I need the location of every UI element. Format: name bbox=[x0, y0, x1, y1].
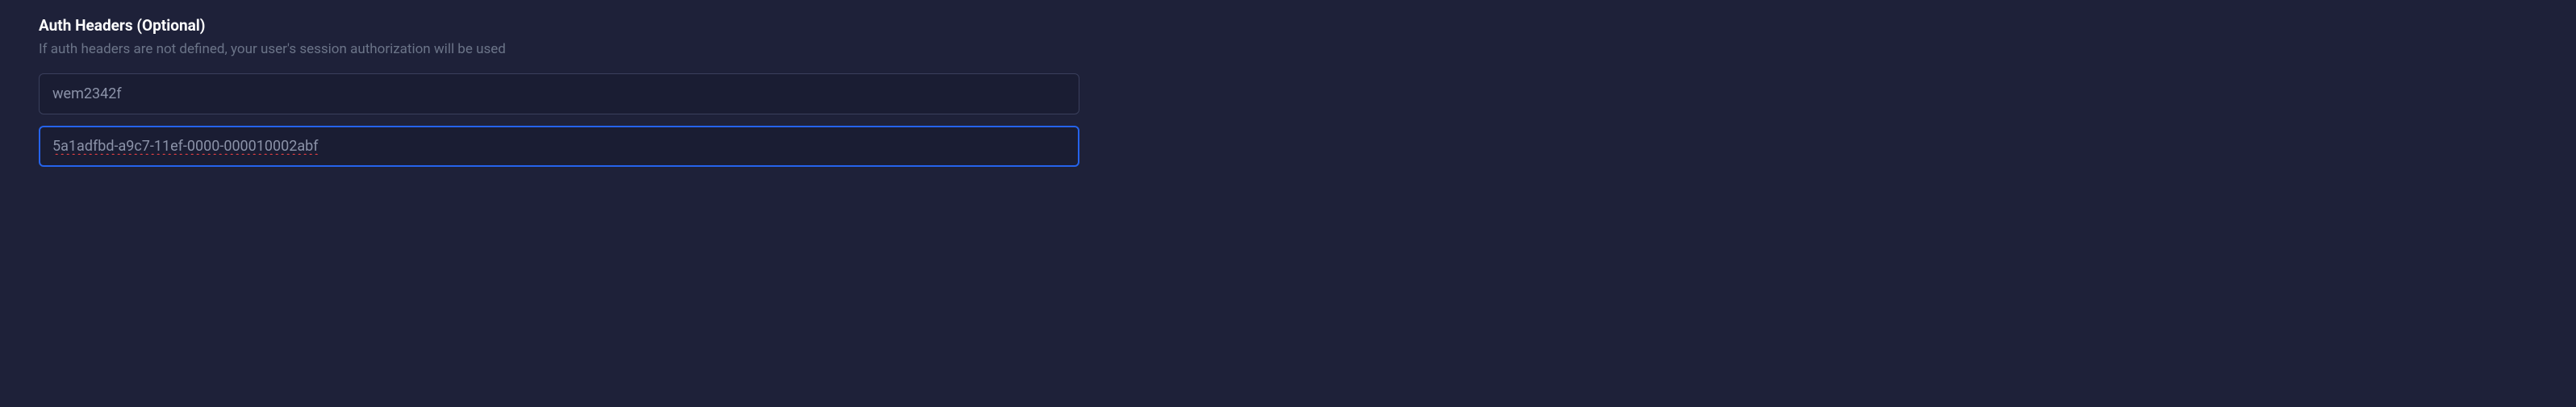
auth-headers-section: Auth Headers (Optional) If auth headers … bbox=[39, 16, 1079, 178]
auth-header-value-input[interactable] bbox=[39, 126, 1079, 167]
section-title: Auth Headers (Optional) bbox=[39, 16, 1079, 35]
auth-header-key-input[interactable] bbox=[39, 73, 1079, 114]
section-description: If auth headers are not defined, your us… bbox=[39, 41, 1079, 57]
